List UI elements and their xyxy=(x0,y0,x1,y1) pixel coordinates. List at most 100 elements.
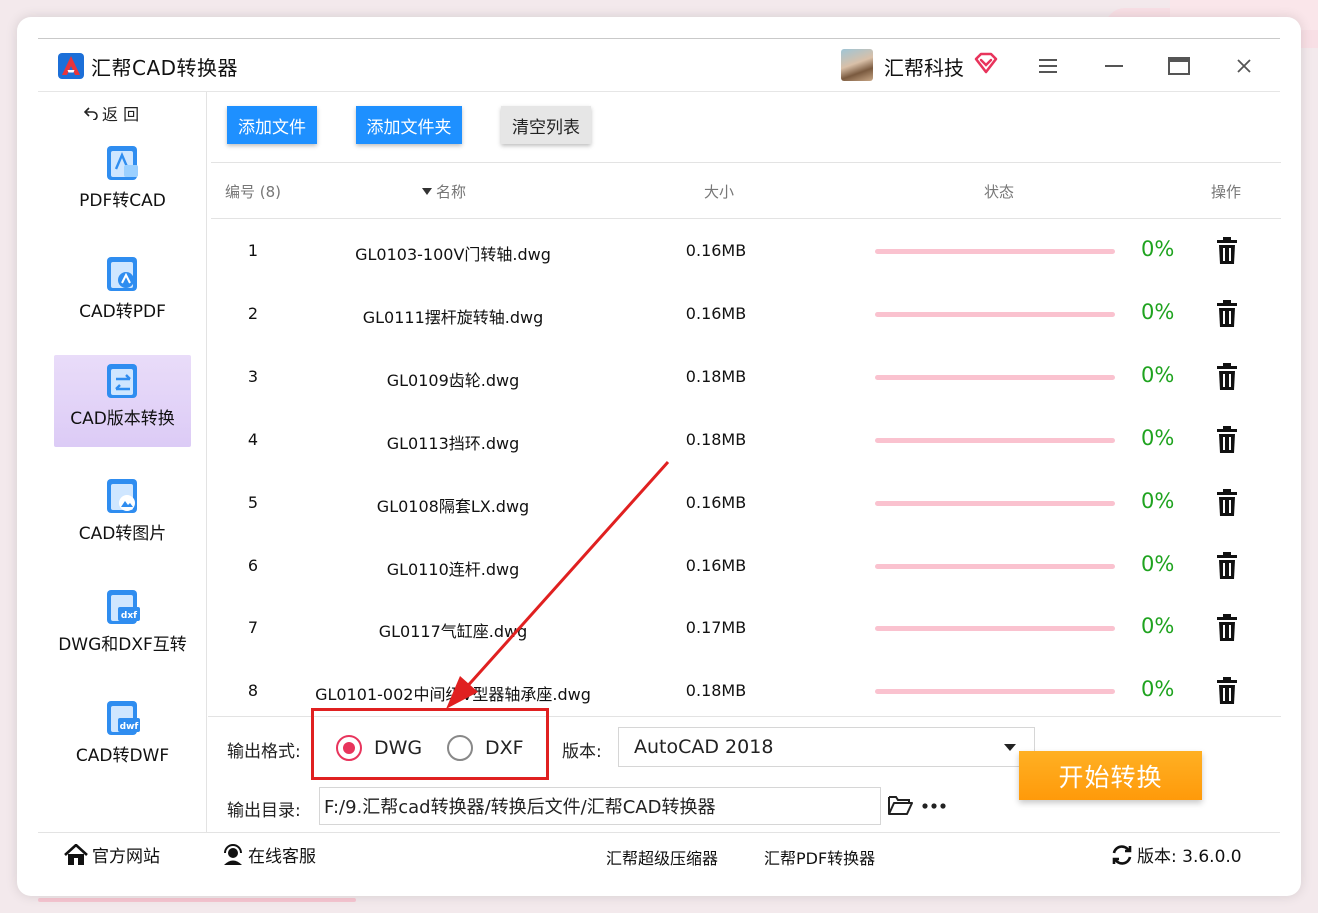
dwg-dxf-icon: dxf xyxy=(107,590,140,624)
sidebar: 返 回 PDF转CAD CAD转PDF CAD版本转换 CAD转图片 dxf D… xyxy=(38,92,207,832)
table-row[interactable]: 3 GL0109齿轮.dwg 0.18MB 0% xyxy=(211,346,1281,409)
hamburger-icon xyxy=(1039,59,1057,73)
row-file-size: 0.16MB xyxy=(685,493,747,512)
official-site-label: 官方网站 xyxy=(92,847,160,867)
output-format-label: 输出格式: xyxy=(227,742,301,762)
sidebar-item-pdf-to-cad[interactable]: PDF转CAD xyxy=(54,137,191,229)
output-dir-input[interactable] xyxy=(319,787,881,825)
trash-icon[interactable] xyxy=(1215,677,1239,705)
pdf-to-cad-icon xyxy=(107,146,138,180)
trash-icon[interactable] xyxy=(1215,300,1239,328)
add-file-button[interactable]: 添加文件 xyxy=(227,106,317,144)
close-icon xyxy=(1237,59,1251,73)
cad-to-dwf-icon: dwf xyxy=(107,701,140,735)
table-row[interactable]: 7 GL0117气缸座.dwg 0.17MB 0% xyxy=(211,597,1281,660)
sidebar-item-dwg-dxf-convert[interactable]: dxf DWG和DXF互转 xyxy=(54,581,191,673)
official-site-link[interactable]: 官方网站 xyxy=(64,842,160,867)
row-file-size: 0.18MB xyxy=(685,367,747,386)
cad-to-pdf-icon xyxy=(107,257,137,291)
row-percent: 0% xyxy=(1141,552,1175,576)
trash-icon[interactable] xyxy=(1215,237,1239,265)
more-options-icon[interactable] xyxy=(922,803,946,809)
row-number: 7 xyxy=(247,618,259,637)
add-folder-button[interactable]: 添加文件夹 xyxy=(356,106,462,144)
row-number: 3 xyxy=(247,367,259,386)
row-file-name: GL0113挡环.dwg xyxy=(386,434,520,453)
trash-icon[interactable] xyxy=(1215,614,1239,642)
minimize-icon xyxy=(1105,65,1123,67)
output-dir-label: 输出目录: xyxy=(227,801,301,821)
table-row[interactable]: 4 GL0113挡环.dwg 0.18MB 0% xyxy=(211,409,1281,472)
cad-version-icon xyxy=(107,364,137,398)
minimize-button[interactable] xyxy=(1097,49,1131,83)
table-row[interactable]: 5 GL0108隔套LX.dwg 0.16MB 0% xyxy=(211,472,1281,535)
trash-icon[interactable] xyxy=(1215,489,1239,517)
table-row[interactable]: 6 GL0110连杆.dwg 0.16MB 0% xyxy=(211,535,1281,598)
sidebar-item-cad-version-convert[interactable]: CAD版本转换 xyxy=(54,355,191,447)
column-header-action: 操作 xyxy=(1211,183,1242,201)
divider xyxy=(38,91,1280,92)
column-header-name[interactable]: 名称 xyxy=(422,181,466,202)
user-avatar[interactable] xyxy=(841,49,873,81)
row-number: 4 xyxy=(247,430,259,449)
row-progress-bar xyxy=(875,626,1115,631)
column-header-name-label: 名称 xyxy=(436,183,467,201)
compressor-link[interactable]: 汇帮超级压缩器 xyxy=(606,845,718,869)
app-window: 汇帮CAD转换器 汇帮科技 返 回 PDF转CAD CAD转PDF CAD版本转… xyxy=(17,17,1301,896)
sidebar-item-label: PDF转CAD xyxy=(79,191,166,211)
vip-diamond-icon[interactable] xyxy=(973,51,999,75)
sidebar-item-label: CAD转PDF xyxy=(79,302,166,322)
sidebar-item-label: CAD版本转换 xyxy=(70,409,175,429)
row-progress-bar xyxy=(875,501,1115,506)
trash-icon[interactable] xyxy=(1215,363,1239,391)
row-percent: 0% xyxy=(1141,300,1175,324)
title-bar: 汇帮CAD转换器 汇帮科技 xyxy=(17,39,1301,93)
version-info[interactable]: 版本: 3.6.0.0 xyxy=(1111,842,1242,867)
sidebar-item-cad-to-dwf[interactable]: dwf CAD转DWF xyxy=(54,692,191,784)
back-label: 返 回 xyxy=(102,105,140,124)
close-button[interactable] xyxy=(1227,49,1261,83)
row-percent: 0% xyxy=(1141,363,1175,387)
column-header-number[interactable]: 编号 (8) xyxy=(225,181,281,202)
row-file-name: GL0117气缸座.dwg xyxy=(378,622,528,641)
sort-down-icon xyxy=(422,187,432,195)
back-arrow-icon xyxy=(84,107,98,120)
column-header-size[interactable]: 大小 xyxy=(704,181,734,202)
sidebar-item-cad-to-pdf[interactable]: CAD转PDF xyxy=(54,248,191,340)
user-name[interactable]: 汇帮科技 xyxy=(884,52,964,81)
refresh-icon xyxy=(1112,844,1132,865)
trash-icon[interactable] xyxy=(1215,426,1239,454)
svg-text:dxf: dxf xyxy=(121,611,137,621)
cad-to-image-icon xyxy=(107,479,137,513)
row-file-name: GL0109齿轮.dwg xyxy=(386,371,520,390)
row-progress-bar xyxy=(875,438,1115,443)
row-file-name: GL0110连杆.dwg xyxy=(386,560,520,579)
row-file-size: 0.16MB xyxy=(685,241,747,260)
column-header-status: 状态 xyxy=(984,183,1015,201)
annotation-highlight-box xyxy=(311,708,549,780)
row-file-size: 0.16MB xyxy=(685,304,747,323)
start-convert-button[interactable]: 开始转换 xyxy=(1019,751,1202,800)
table-row[interactable]: 2 GL0111摆杆旋转轴.dwg 0.16MB 0% xyxy=(211,283,1281,346)
row-percent: 0% xyxy=(1141,237,1175,261)
table-header: 编号 (8) 名称 大小 状态 操作 xyxy=(211,162,1281,219)
version-select-value: AutoCAD 2018 xyxy=(634,736,774,758)
back-button[interactable]: 返 回 xyxy=(84,101,139,125)
online-service-link[interactable]: 在线客服 xyxy=(222,842,316,867)
table-row[interactable]: 1 GL0103-100V门转轴.dwg 0.16MB 0% xyxy=(211,220,1281,283)
clear-list-button[interactable]: 清空列表 xyxy=(501,106,591,144)
menu-button[interactable] xyxy=(1031,49,1065,83)
version-select[interactable]: AutoCAD 2018 xyxy=(618,727,1035,767)
pdf-converter-link[interactable]: 汇帮PDF转换器 xyxy=(764,845,875,869)
row-progress-bar xyxy=(875,375,1115,380)
row-file-name: GL0111摆杆旋转轴.dwg xyxy=(362,308,544,327)
app-logo-icon xyxy=(58,53,84,79)
maximize-icon xyxy=(1168,57,1190,75)
row-number: 8 xyxy=(247,681,259,700)
sidebar-item-cad-to-image[interactable]: CAD转图片 xyxy=(54,470,191,562)
trash-icon[interactable] xyxy=(1215,552,1239,580)
maximize-button[interactable] xyxy=(1162,49,1196,83)
row-file-size: 0.17MB xyxy=(685,618,747,637)
folder-open-icon[interactable] xyxy=(887,794,913,816)
row-percent: 0% xyxy=(1141,677,1175,701)
